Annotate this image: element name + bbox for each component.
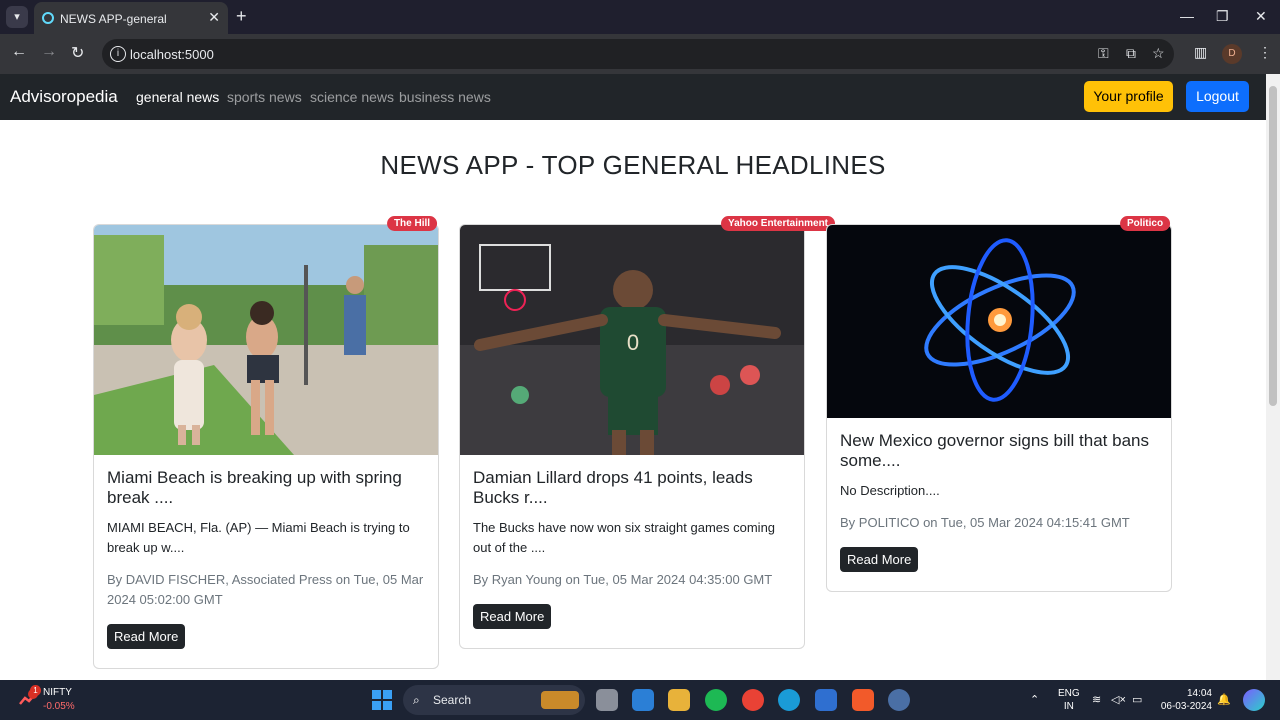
menu-kebab-icon[interactable]: ⋮ bbox=[1258, 44, 1272, 61]
browser-toolbar: ← → ↻ i localhost:5000 ⚿ ⧉ ☆ ▥ D ⋮ bbox=[0, 34, 1280, 74]
article-title: Miami Beach is breaking up with spring b… bbox=[107, 468, 402, 507]
file-explorer-icon[interactable] bbox=[668, 689, 690, 711]
browser-chrome: ▾ NEWS APP-general ✕ + — ❐ ✕ ← → ↻ i loc… bbox=[0, 0, 1280, 74]
nav-general-news[interactable]: general news bbox=[136, 89, 219, 105]
notification-bell-icon[interactable]: 🔔 bbox=[1217, 693, 1231, 706]
scrollbar-thumb[interactable] bbox=[1269, 86, 1277, 406]
search-label: Search bbox=[433, 693, 472, 707]
tab-search-button[interactable]: ▾ bbox=[6, 6, 28, 28]
vscode-icon[interactable] bbox=[632, 689, 654, 711]
article-description: The Bucks have now won six straight game… bbox=[473, 520, 776, 555]
search-icon: ⌕ bbox=[413, 693, 420, 707]
article-byline: By Ryan Young on Tue, 05 Mar 2024 04:35:… bbox=[473, 572, 773, 587]
brand-link[interactable]: Advisoropedia bbox=[10, 87, 118, 107]
bookmark-star-icon[interactable]: ☆ bbox=[1152, 45, 1165, 62]
new-tab-button[interactable]: + bbox=[236, 6, 247, 27]
search-highlight-icon bbox=[541, 691, 579, 709]
region-code: IN bbox=[1063, 701, 1074, 712]
tab-strip: ▾ NEWS APP-general ✕ + — ❐ ✕ bbox=[0, 0, 1280, 34]
tab-title: NEWS APP-general bbox=[60, 12, 167, 26]
chrome-icon[interactable] bbox=[742, 689, 764, 711]
ticker-name[interactable]: NIFTY bbox=[43, 687, 72, 698]
app-navbar: Advisoropedia general news sports news s… bbox=[0, 74, 1266, 120]
close-icon[interactable]: ✕ bbox=[208, 9, 220, 26]
article-image: 0 bbox=[460, 225, 804, 455]
taskbar-search[interactable]: ⌕ Search bbox=[403, 685, 585, 715]
read-more-button[interactable]: Read More bbox=[840, 547, 919, 572]
password-key-icon[interactable]: ⚿ bbox=[1098, 45, 1109, 62]
back-button[interactable]: ← bbox=[11, 43, 27, 61]
card-body: Miami Beach is breaking up with spring b… bbox=[94, 455, 438, 668]
nav-sports-news[interactable]: sports news bbox=[227, 89, 302, 105]
article-description: MIAMI BEACH, Fla. (AP) — Miami Beach is … bbox=[107, 520, 410, 555]
article-title: Damian Lillard drops 41 points, leads Bu… bbox=[473, 468, 753, 507]
clock-date: 06-03-2024 bbox=[1160, 701, 1212, 712]
svg-text:0: 0 bbox=[627, 330, 639, 355]
os-taskbar: 1 NIFTY -0.05% ⌕ Search ⌃ ENG IN ≋ ◁× ▭ … bbox=[0, 680, 1280, 720]
article-image bbox=[94, 225, 438, 455]
ticker-change: -0.05% bbox=[43, 701, 75, 712]
react-icon bbox=[42, 12, 54, 24]
source-badge: Politico bbox=[1119, 216, 1171, 231]
source-badge: Yahoo Entertainment bbox=[720, 216, 836, 231]
nav-business-news[interactable]: business news bbox=[399, 89, 491, 105]
browser-tab[interactable]: NEWS APP-general ✕ bbox=[34, 2, 228, 34]
your-profile-button[interactable]: Your profile bbox=[1084, 81, 1173, 112]
nav-science-news[interactable]: science news bbox=[310, 89, 394, 105]
window-close-button[interactable]: ✕ bbox=[1255, 8, 1267, 25]
windows-start-icon[interactable] bbox=[372, 690, 392, 710]
logout-button[interactable]: Logout bbox=[1186, 81, 1249, 112]
task-view-icon[interactable] bbox=[596, 689, 618, 711]
tray-chevron-up-icon[interactable]: ⌃ bbox=[1030, 693, 1039, 706]
battery-icon[interactable]: ▭ bbox=[1132, 693, 1142, 706]
notification-badge: 1 bbox=[30, 685, 41, 696]
volume-mute-icon[interactable]: ◁× bbox=[1111, 693, 1126, 706]
site-info-icon[interactable]: i bbox=[110, 46, 126, 62]
url-text[interactable]: localhost:5000 bbox=[130, 47, 214, 62]
language-indicator[interactable]: ENG IN bbox=[1058, 687, 1080, 713]
brave-icon[interactable] bbox=[852, 689, 874, 711]
card-body: Damian Lillard drops 41 points, leads Bu… bbox=[460, 455, 804, 648]
article-image bbox=[827, 225, 1171, 418]
profile-avatar[interactable]: D bbox=[1222, 44, 1242, 64]
clock-time: 14:04 bbox=[1186, 688, 1212, 699]
copilot-icon[interactable] bbox=[1243, 689, 1265, 711]
store-icon[interactable] bbox=[815, 689, 837, 711]
article-title: New Mexico governor signs bill that bans… bbox=[840, 431, 1149, 470]
article-byline: By DAVID FISCHER, Associated Press on Tu… bbox=[107, 572, 424, 607]
maximize-button[interactable]: ❐ bbox=[1216, 8, 1229, 25]
news-card: Politico New Mexico governor signs bill … bbox=[826, 216, 1172, 592]
source-badge: The Hill bbox=[386, 216, 438, 231]
page-scrollbar[interactable] bbox=[1266, 74, 1280, 680]
read-more-button[interactable]: Read More bbox=[107, 624, 186, 649]
article-byline: By POLITICO on Tue, 05 Mar 2024 04:15:41… bbox=[840, 515, 1130, 530]
chrome-profile-icon[interactable] bbox=[888, 689, 910, 711]
page-viewport: Advisoropedia general news sports news s… bbox=[0, 74, 1266, 680]
clock[interactable]: 14:04 06-03-2024 bbox=[1160, 687, 1212, 713]
reload-button[interactable]: ↻ bbox=[71, 43, 84, 63]
minimize-button[interactable]: — bbox=[1180, 8, 1194, 24]
install-app-icon[interactable]: ⧉ bbox=[1126, 45, 1136, 62]
forward-button[interactable]: → bbox=[41, 43, 57, 61]
edge-icon[interactable] bbox=[778, 689, 800, 711]
spotify-icon[interactable] bbox=[705, 689, 727, 711]
side-panel-icon[interactable]: ▥ bbox=[1194, 44, 1207, 61]
article-description: No Description.... bbox=[840, 483, 940, 498]
wifi-icon[interactable]: ≋ bbox=[1092, 693, 1101, 706]
address-bar[interactable]: i localhost:5000 ⚿ ⧉ ☆ bbox=[102, 39, 1174, 69]
news-card: Yahoo Entertainment 0 Damian Lillard dro… bbox=[459, 216, 836, 649]
page-title: NEWS APP - TOP GENERAL HEADLINES bbox=[380, 150, 886, 180]
news-card: The Hill Miami Beach is breaking up with… bbox=[93, 216, 439, 669]
card-body: New Mexico governor signs bill that bans… bbox=[827, 418, 1171, 591]
language-code: ENG bbox=[1058, 688, 1080, 699]
read-more-button[interactable]: Read More bbox=[473, 604, 552, 629]
